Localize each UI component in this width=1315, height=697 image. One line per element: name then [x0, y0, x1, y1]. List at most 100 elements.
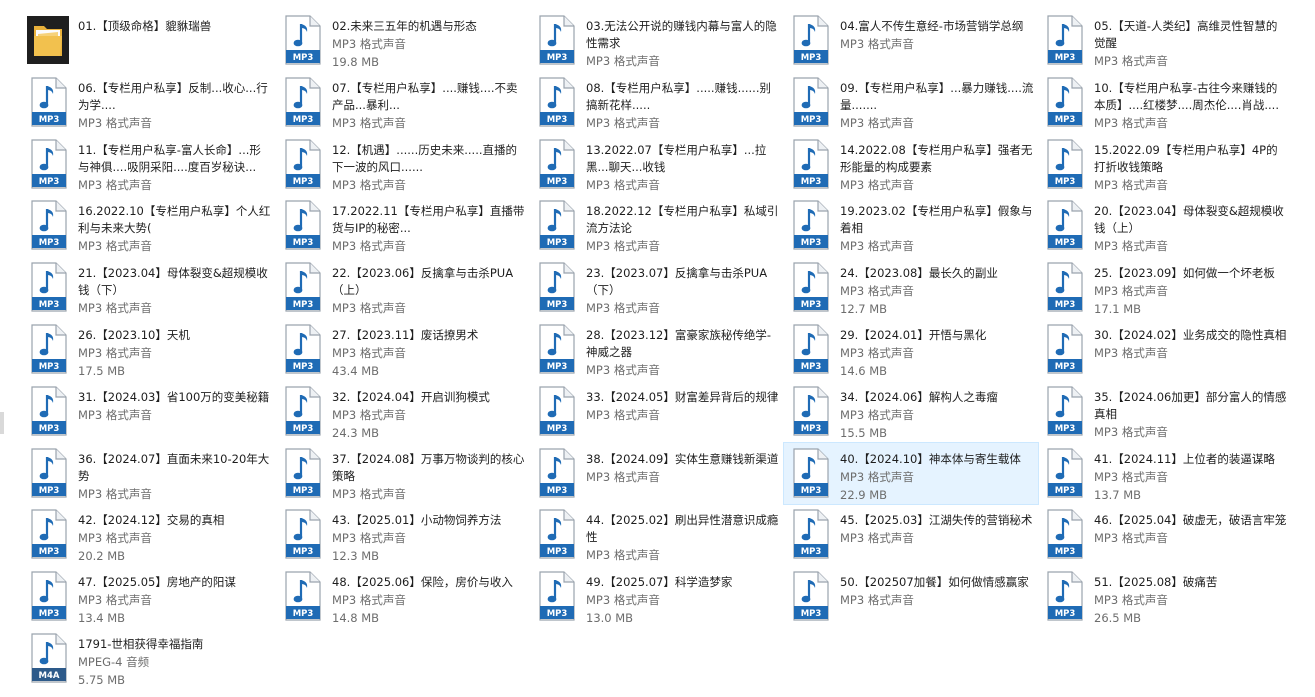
file-type: MP3 格式声音 — [840, 37, 914, 51]
mp3-icon: MP3 — [1042, 323, 1086, 375]
file-name: 33.【2024.05】财富差异背后的规律 — [586, 389, 779, 404]
file-item[interactable]: MP3 06.【专栏用户私享】反制...收心...行为学.... MP3 格式声音 — [22, 72, 276, 134]
file-size: 12.7 MB — [840, 302, 888, 317]
file-size: 12.3 MB — [332, 549, 380, 564]
badge-text: MP3 — [547, 115, 568, 125]
file-item[interactable]: MP3 12.【机遇】......历史未来.....直播的下一波的风口......… — [276, 134, 530, 196]
mp3-icon: MP3 — [26, 261, 70, 313]
file-item[interactable]: MP3 13.2022.07【专栏用户私享】...拉黑...聊天...收钱 MP3 … — [530, 134, 784, 196]
file-item[interactable]: MP3 37.【2024.08】万事万物谈判的核心策略 MP3 格式声音 — [276, 443, 530, 505]
file-item[interactable]: MP3 14.2022.08【专栏用户私享】强者无形能量的构成要素 MP3 格式声音 — [784, 134, 1038, 196]
file-item[interactable]: MP3 05.【天道-人类纪】高维灵性智慧的觉醒 MP3 格式声音 — [1038, 10, 1292, 72]
file-name: 29.【2024.01】开悟与黑化 — [840, 327, 987, 342]
folder-icon — [26, 14, 70, 66]
file-item[interactable]: MP3 16.2022.10【专栏用户私享】个人红利与未来大势(MP3 格式声音 — [22, 195, 276, 257]
mp3-icon: MP3 — [788, 385, 832, 437]
file-item[interactable]: MP3 24.【2023.08】最长久的副业 MP3 格式声音 12.7 MB — [784, 257, 1038, 319]
file-item[interactable]: MP3 36.【2024.07】直面未来10-20年大势 MP3 格式声音 — [22, 443, 276, 505]
file-item[interactable]: MP3 49.【2025.07】科学造梦家 MP3 格式声音 13.0 MB — [530, 566, 784, 628]
file-item[interactable]: MP3 10.【专栏用户私享-古往今来赚钱的本质】....红楼梦....周杰伦..… — [1038, 72, 1292, 134]
file-item[interactable]: MP3 31.【2024.03】省100万的变美秘籍 MP3 格式声音 — [22, 381, 276, 443]
file-item[interactable]: MP3 08.【专栏用户私享】.....赚钱......别搞新花样..... MP3… — [530, 72, 784, 134]
file-item[interactable]: MP3 19.2023.02【专栏用户私享】假象与着相 MP3 格式声音 — [784, 195, 1038, 257]
file-info: 02.未来三五年的机遇与形态 MP3 格式声音 19.8 MB — [332, 12, 526, 71]
badge-text: MP3 — [1055, 177, 1076, 187]
badge-text: MP3 — [801, 300, 822, 310]
file-item[interactable]: MP3 50.【202507加餐】如何做情感赢家 MP3 格式声音 — [784, 566, 1038, 628]
file-type: MP3 格式声音 — [1094, 177, 1168, 192]
badge-text: MP3 — [547, 53, 568, 63]
file-name: 01.【顶级命格】貔貅瑞兽 — [78, 19, 212, 33]
file-name: 21.【2023.04】母体裂变&超规模收钱（下） — [78, 266, 268, 298]
file-item[interactable]: MP3 07.【专栏用户私享】....赚钱....不卖产品...暴利... MP3 … — [276, 72, 530, 134]
badge-text: MP3 — [39, 609, 60, 619]
file-item[interactable]: MP3 22.【2023.06】反擒拿与击杀PUA（上） MP3 格式声音 — [276, 257, 530, 319]
file-item[interactable]: MP3 02.未来三五年的机遇与形态 MP3 格式声音 19.8 MB — [276, 10, 530, 72]
file-item[interactable]: MP3 42.【2024.12】交易的真相 MP3 格式声音 20.2 MB — [22, 504, 276, 566]
badge-text: MP3 — [293, 609, 314, 619]
file-item[interactable]: MP3 33.【2024.05】财富差异背后的规律 MP3 格式声音 — [530, 381, 784, 443]
badge-text: MP3 — [547, 609, 568, 619]
file-item[interactable]: MP3 26.【2023.10】天机 MP3 格式声音 17.5 MB — [22, 319, 276, 381]
file-item[interactable]: MP3 27.【2023.11】废话撩男术 MP3 格式声音 43.4 MB — [276, 319, 530, 381]
file-item[interactable]: MP3 29.【2024.01】开悟与黑化 MP3 格式声音 14.6 MB — [784, 319, 1038, 381]
file-item[interactable]: MP3 40.【2024.10】神本体与寄生载体 MP3 格式声音 22.9 MB — [783, 441, 1039, 506]
file-info: 41.【2024.11】上位者的装逼谋略 MP3 格式声音 13.7 MB — [1094, 445, 1288, 504]
file-type: MP3 格式声音 — [1094, 593, 1168, 608]
file-item[interactable]: MP3 23.【2023.07】反擒拿与击杀PUA（下） MP3 格式声音 — [530, 257, 784, 319]
file-item[interactable]: MP3 09.【专栏用户私享】...暴力赚钱....流量....... MP3 格式… — [784, 72, 1038, 134]
file-name: 03.无法公开说的赚钱内幕与富人的隐性需求 — [586, 19, 777, 50]
file-item[interactable]: MP3 04.富人不传生意经-市场营销学总纲 MP3 格式声音 — [784, 10, 1038, 72]
file-item[interactable]: MP3 41.【2024.11】上位者的装逼谋略 MP3 格式声音 13.7 MB — [1038, 443, 1292, 505]
file-name: 26.【2023.10】天机 — [78, 327, 190, 342]
file-item[interactable]: MP3 46.【2025.04】破虚无，破语言牢笼 MP3 格式声音 — [1038, 504, 1292, 566]
file-info: 09.【专栏用户私享】...暴力赚钱....流量....... MP3 格式声音 — [840, 74, 1034, 132]
file-item[interactable]: MP3 45.【2025.03】江湖失传的营销秘术 MP3 格式声音 — [784, 504, 1038, 566]
file-item[interactable]: MP3 11.【专栏用户私享-富人长命】...形与神俱....吸阴采阳....度百… — [22, 134, 276, 196]
file-item[interactable]: MP3 43.【2025.01】小动物饲养方法 MP3 格式声音 12.3 MB — [276, 504, 530, 566]
file-item[interactable]: MP3 25.【2023.09】如何做一个坏老板 MP3 格式声音 17.1 MB — [1038, 257, 1292, 319]
file-item[interactable]: MP3 30.【2024.02】业务成交的隐性真相 MP3 格式声音 — [1038, 319, 1292, 381]
file-item[interactable]: MP3 34.【2024.06】解构人之毒瘤 MP3 格式声音 15.5 MB — [784, 381, 1038, 443]
file-info: 49.【2025.07】科学造梦家 MP3 格式声音 13.0 MB — [586, 568, 780, 627]
mp3-icon: MP3 — [788, 199, 832, 251]
file-item[interactable]: MP3 20.【2023.04】母体裂变&超规模收钱（上） MP3 格式声音 — [1038, 195, 1292, 257]
mp3-icon: MP3 — [26, 570, 70, 622]
file-type: MP3 格式声音 — [840, 345, 914, 360]
file-size: 13.4 MB — [78, 611, 126, 626]
file-name: 23.【2023.07】反擒拿与击杀PUA（下） — [586, 266, 768, 298]
file-item[interactable]: MP3 32.【2024.04】开启训狗模式 MP3 格式声音 24.3 MB — [276, 381, 530, 443]
file-item[interactable]: MP3 51.【2025.08】破痛苦 MP3 格式声音 26.5 MB — [1038, 566, 1292, 628]
badge-text: MP3 — [1055, 362, 1076, 372]
file-size: 24.3 MB — [332, 425, 380, 440]
file-item[interactable]: MP3 21.【2023.04】母体裂变&超规模收钱（下） MP3 格式声音 — [22, 257, 276, 319]
file-info: 43.【2025.01】小动物饲养方法 MP3 格式声音 12.3 MB — [332, 506, 526, 565]
file-item[interactable]: MP3 47.【2025.05】房地产的阳谋 MP3 格式声音 13.4 MB — [22, 566, 276, 628]
file-name: 11.【专栏用户私享-富人长命】...形与神俱....吸阴采阳....度百岁秘诀… — [78, 142, 261, 174]
file-type: MP3 格式声音 — [586, 548, 660, 563]
badge-text: MP3 — [1055, 238, 1076, 248]
file-item[interactable]: MP3 38.【2024.09】实体生意赚钱新渠道 MP3 格式声音 — [530, 443, 784, 505]
file-item[interactable]: MP3 17.2022.11【专栏用户私享】直播带货与IP的秘密... MP3 格式… — [276, 195, 530, 257]
file-name: 25.【2023.09】如何做一个坏老板 — [1094, 266, 1275, 281]
file-item[interactable]: MP3 15.2022.09【专栏用户私享】4P的打折收钱策略 MP3 格式声音 — [1038, 134, 1292, 196]
badge-text: MP3 — [801, 238, 822, 248]
mp3-icon: MP3 — [26, 138, 70, 190]
file-item[interactable]: MP3 28.【2023.12】富豪家族秘传绝学-神威之器 MP3 格式声音 — [530, 319, 784, 381]
file-item[interactable]: MP3 35.【2024.06加更】部分富人的情感真相 MP3 格式声音 — [1038, 381, 1292, 443]
file-size: 22.9 MB — [840, 487, 888, 502]
file-item[interactable]: M4A 1791-世相获得幸福指南 MPEG-4 音频 5.75 MB — [22, 628, 276, 690]
file-info: 25.【2023.09】如何做一个坏老板 MP3 格式声音 17.1 MB — [1094, 259, 1288, 318]
mp3-icon: MP3 — [534, 385, 578, 437]
file-item[interactable]: MP3 18.2022.12【专栏用户私享】私域引流方法论 MP3 格式声音 — [530, 195, 784, 257]
file-size: 17.1 MB — [1094, 302, 1142, 317]
badge-text: MP3 — [293, 115, 314, 125]
file-item[interactable]: MP3 03.无法公开说的赚钱内幕与富人的隐性需求 MP3 格式声音 — [530, 10, 784, 72]
mp3-icon: MP3 — [26, 385, 70, 437]
file-item[interactable]: 01.【顶级命格】貔貅瑞兽 — [22, 10, 276, 72]
file-item[interactable]: MP3 48.【2025.06】保险，房价与收入 MP3 格式声音 14.8 MB — [276, 566, 530, 628]
file-item[interactable]: MP3 44.【2025.02】刷出异性潜意识成瘾性 MP3 格式声音 — [530, 504, 784, 566]
badge-text: MP3 — [801, 362, 822, 372]
badge-text: MP3 — [293, 547, 314, 557]
badge-text: MP3 — [1055, 609, 1076, 619]
